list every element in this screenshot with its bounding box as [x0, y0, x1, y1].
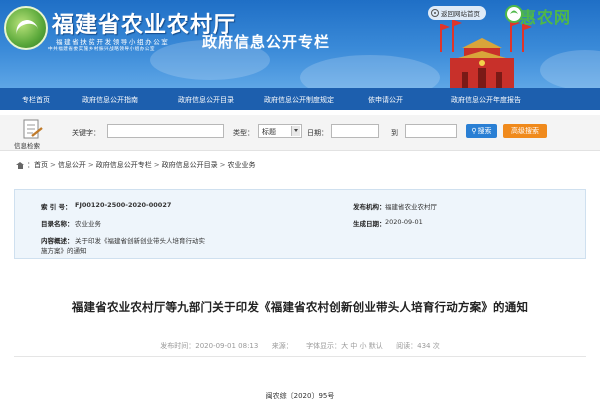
document-number: 闽农综〔2020〕95号	[265, 392, 335, 400]
font-size-label: 字体显示：	[306, 342, 342, 350]
summary-value-line1: 关于印发《福建省创新创业带头人培育行动实	[75, 237, 205, 245]
index-label: 索 引 号：	[41, 203, 72, 211]
breadcrumb-separator: >	[219, 161, 226, 169]
magnifier-icon: ⚲	[471, 127, 477, 135]
main-nav: 专栏首页 政府信息公开指南 政府信息公开目录 政府信息公开制度规定 依申请公开 …	[0, 88, 600, 110]
article-title: 福建省农业农村厅等九部门关于印发《福建省农村创新创业带头人培育行动方案》的通知	[71, 300, 529, 314]
category-label: 目录名称：	[41, 220, 74, 228]
home-icon	[16, 161, 24, 169]
type-select[interactable]: 标题	[258, 124, 302, 138]
breadcrumb-separator: >	[50, 161, 56, 169]
search-bar: 信息检索 关键字： 类型： 标题 日期： 到 ⚲ 搜索 高级搜索	[0, 115, 600, 151]
font-medium-button[interactable]: 中	[350, 342, 357, 350]
breadcrumb-info-open[interactable]: 信息公开	[58, 160, 86, 170]
search-button[interactable]: ⚲ 搜索	[466, 124, 497, 138]
type-select-value: 标题	[262, 128, 276, 136]
type-label: 类型：	[233, 129, 254, 137]
source-label: 来源：	[271, 342, 293, 350]
nav-item-guide[interactable]: 政府信息公开指南	[82, 95, 138, 105]
publisher-value: 福建省农业农村厅	[385, 203, 437, 211]
return-home-label: 返回网站首页	[441, 10, 480, 18]
meta-divider	[14, 356, 586, 357]
summary-value-line2: 施方案》的通知	[41, 247, 87, 255]
category-value: 农业业务	[75, 220, 101, 228]
site-logo-icon[interactable]	[4, 6, 48, 50]
date-from-input[interactable]	[331, 124, 379, 138]
views-count: 434	[417, 342, 431, 350]
chevron-down-icon	[291, 126, 300, 136]
date-label: 日期：	[307, 129, 328, 137]
font-default-button[interactable]: 默认	[369, 342, 383, 350]
breadcrumb-position-label: ：	[27, 161, 34, 169]
home-icon	[431, 9, 439, 17]
advanced-search-button[interactable]: 高级搜索	[503, 124, 547, 138]
keyword-input[interactable]	[107, 124, 224, 138]
header-banner: 福建省农业农村厅 福建省扶贫开发领导小组办公室 中共福建省委实施乡村振兴战略领导…	[0, 0, 600, 88]
nav-item-apply[interactable]: 依申请公开	[368, 95, 403, 105]
font-large-button[interactable]: 大	[341, 342, 348, 350]
date-to-label: 到	[391, 129, 398, 137]
watermark-text: 惠农网	[520, 8, 572, 27]
publish-time: 2020-09-01 08:13	[195, 342, 259, 350]
site-subtitle-1: 福建省扶贫开发领导小组办公室	[56, 38, 170, 46]
date-to-input[interactable]	[405, 124, 457, 138]
publish-label: 发布时间：	[160, 342, 196, 350]
breadcrumb-column[interactable]: 政府信息公开专栏	[96, 160, 152, 170]
info-search-label: 信息检索	[14, 142, 40, 150]
keyword-label: 关键字：	[72, 129, 100, 137]
return-home-button[interactable]: 返回网站首页	[428, 6, 486, 20]
generate-date-label: 生成日期：	[353, 220, 386, 228]
breadcrumb-agri-business[interactable]: 农业业务	[228, 160, 256, 170]
breadcrumb: ： 首页 > 信息公开 > 政府信息公开专栏 > 政府信息公开目录 > 农业业务	[16, 160, 256, 170]
views-label: 阅读：	[396, 342, 418, 350]
breadcrumb-catalog[interactable]: 政府信息公开目录	[162, 160, 218, 170]
search-button-label: 搜索	[477, 127, 492, 135]
summary-label: 内容概述：	[41, 237, 74, 245]
nav-item-catalog[interactable]: 政府信息公开目录	[178, 95, 234, 105]
views-unit: 次	[432, 342, 440, 350]
breadcrumb-separator: >	[153, 161, 160, 169]
nav-item-home[interactable]: 专栏首页	[22, 95, 50, 105]
breadcrumb-home[interactable]: 首页	[34, 160, 48, 170]
font-small-button[interactable]: 小	[360, 342, 367, 350]
nav-item-rules[interactable]: 政府信息公开制度规定	[264, 95, 334, 105]
document-info-box: 索 引 号： FJ00120-2500-2020-00027 发布机构： 福建省…	[14, 189, 586, 259]
index-value: FJ00120-2500-2020-00027	[75, 201, 172, 209]
publisher-label: 发布机构：	[353, 203, 386, 211]
nav-item-annual-report[interactable]: 政府信息公开年度报告	[451, 95, 521, 105]
cloud-decoration	[540, 50, 600, 88]
section-title: 政府信息公开专栏	[202, 33, 331, 51]
site-subtitle-2: 中共福建省委实施乡村振兴战略领导小组办公室	[48, 47, 155, 52]
generate-date-value: 2020-09-01	[385, 218, 423, 226]
cloud-decoration	[300, 55, 440, 88]
article-meta: 发布时间：2020-09-01 08:13 来源： 字体显示：大 中 小 默认 …	[0, 341, 600, 351]
breadcrumb-separator: >	[87, 161, 94, 169]
